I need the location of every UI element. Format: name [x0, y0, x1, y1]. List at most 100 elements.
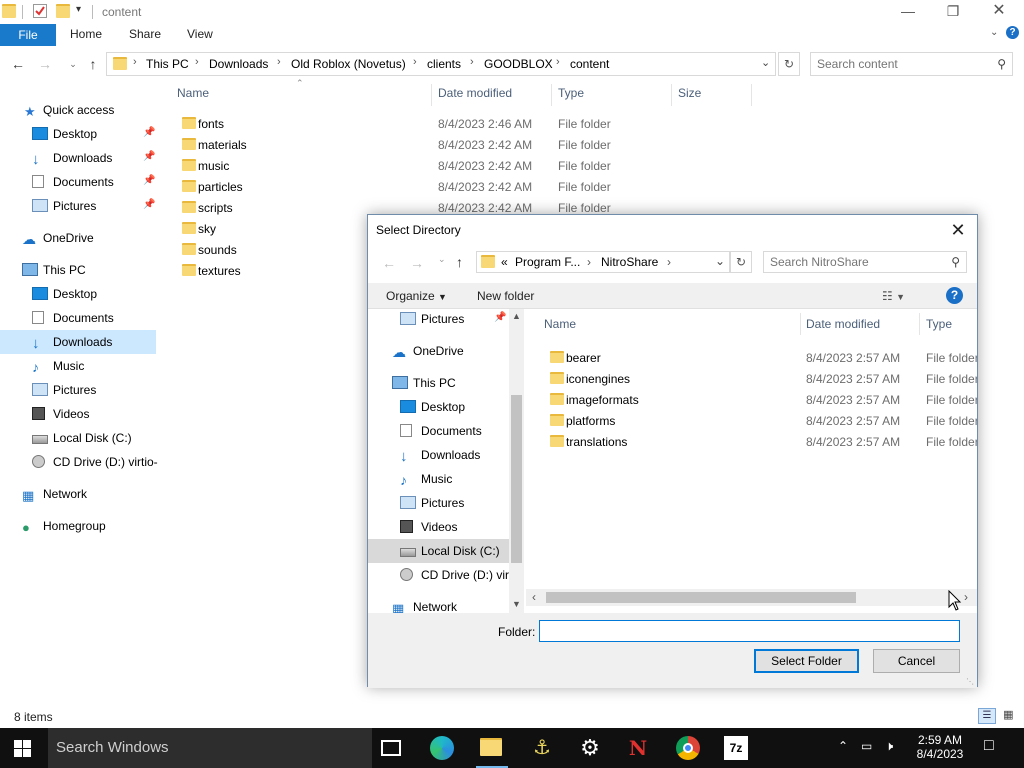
scroll-down-icon[interactable]: ▼: [512, 599, 521, 609]
nav-desktop[interactable]: Desktop: [400, 396, 465, 418]
chrome-browser-icon[interactable]: [676, 736, 700, 760]
nav-pc-downloads[interactable]: ↓ Downloads: [0, 330, 156, 354]
nav-pictures[interactable]: Pictures: [400, 309, 464, 330]
nav-vertical-scrollbar[interactable]: ▲ ▼: [509, 309, 524, 613]
nav-qa-downloads[interactable]: ↓ Downloads: [32, 147, 112, 169]
address-dropdown-icon[interactable]: ⌄: [761, 56, 770, 69]
large-icons-view-icon[interactable]: ▦: [999, 708, 1017, 724]
recent-locations-icon[interactable]: ⌄: [64, 56, 82, 72]
cancel-button[interactable]: Cancel: [873, 649, 960, 673]
nitroshare-icon[interactable]: N: [626, 736, 650, 760]
breadcrumb-goodblox[interactable]: GOODBLOX: [484, 57, 553, 71]
scroll-right-icon[interactable]: ›: [964, 590, 968, 604]
breadcrumb-clients[interactable]: clients: [427, 57, 461, 71]
address-bar[interactable]: › This PC › Downloads › Old Roblox (Nove…: [106, 52, 776, 76]
column-name[interactable]: Name: [177, 86, 209, 106]
pin-icon[interactable]: 📌: [143, 151, 155, 162]
breadcrumb-downloads[interactable]: Downloads: [209, 57, 268, 71]
file-row[interactable]: music 8/4/2023 2:42 AM File folder: [176, 155, 756, 176]
nav-pc-music[interactable]: ♪ Music: [32, 355, 84, 377]
back-button[interactable]: ←: [382, 255, 396, 271]
show-hidden-icons-icon[interactable]: ⌃: [838, 739, 848, 753]
7zip-icon[interactable]: 7z: [724, 736, 748, 760]
taskbar-search[interactable]: Search Windows: [48, 728, 372, 768]
settings-gear-icon[interactable]: ⚙: [578, 736, 602, 760]
file-row[interactable]: bearer 8/4/2023 2:57 AM File folder: [526, 347, 977, 368]
nav-onedrive[interactable]: ☁ OneDrive: [22, 227, 94, 249]
organize-button[interactable]: Organize ▼: [386, 289, 447, 303]
new-folder-button[interactable]: New folder: [477, 289, 534, 303]
nav-pc-cd-drive[interactable]: CD Drive (D:) virtio-: [32, 451, 158, 473]
scroll-up-icon[interactable]: ▲: [512, 311, 521, 321]
file-explorer-icon[interactable]: [480, 738, 504, 758]
forward-button[interactable]: →: [36, 56, 54, 72]
scroll-left-icon[interactable]: ‹: [532, 590, 536, 604]
forward-button[interactable]: →: [410, 255, 424, 271]
file-row[interactable]: platforms 8/4/2023 2:57 AM File folder: [526, 410, 977, 431]
refresh-button[interactable]: ↻: [730, 251, 752, 273]
nav-videos[interactable]: Videos: [400, 516, 457, 538]
properties-icon[interactable]: [33, 4, 47, 18]
nav-pc-videos[interactable]: Videos: [32, 403, 89, 425]
tab-file[interactable]: File: [0, 24, 56, 46]
breadcrumb-overflow[interactable]: «: [501, 255, 508, 269]
help-icon[interactable]: ?: [946, 287, 963, 304]
pin-icon[interactable]: 📌: [494, 312, 506, 323]
breadcrumb-old-roblox[interactable]: Old Roblox (Novetus): [291, 57, 406, 71]
select-folder-button[interactable]: Select Folder: [754, 649, 859, 673]
clock[interactable]: 2:59 AM 8/4/2023: [908, 733, 972, 761]
search-input[interactable]: [770, 253, 942, 271]
nav-qa-pictures[interactable]: Pictures: [32, 195, 96, 217]
nav-onedrive[interactable]: ☁ OneDrive: [392, 340, 464, 362]
dialog-close-button[interactable]: ✕: [945, 218, 971, 242]
breadcrumb-this-pc[interactable]: This PC: [146, 57, 189, 71]
nav-network[interactable]: ▦ Network: [22, 483, 87, 505]
view-options-icon[interactable]: ☷ ▼: [882, 289, 905, 303]
nav-quick-access[interactable]: ★ Quick access: [24, 99, 114, 121]
recent-locations-icon[interactable]: ⌄: [438, 254, 446, 265]
file-row[interactable]: fonts 8/4/2023 2:46 AM File folder: [176, 113, 756, 134]
dialog-address-bar[interactable]: « Program F... › NitroShare › ⌄: [476, 251, 730, 273]
nav-pc-documents[interactable]: Documents: [32, 307, 114, 329]
quick-access-dropdown-icon[interactable]: ▾: [76, 4, 81, 15]
column-type[interactable]: Type: [926, 317, 952, 331]
search-input[interactable]: [817, 54, 987, 74]
breadcrumb-nitroshare[interactable]: NitroShare: [601, 255, 658, 269]
file-row[interactable]: materials 8/4/2023 2:42 AM File folder: [176, 134, 756, 155]
volume-muted-icon[interactable]: 🕨: [885, 738, 893, 754]
tab-home[interactable]: Home: [70, 27, 102, 41]
scrollbar-thumb[interactable]: [546, 592, 856, 603]
novetus-launcher-icon[interactable]: ⚓: [530, 736, 554, 760]
nav-network[interactable]: ▦ Network: [392, 596, 457, 613]
file-row[interactable]: imageformats 8/4/2023 2:57 AM File folde…: [526, 389, 977, 410]
nav-local-disk[interactable]: Local Disk (C:): [368, 539, 509, 563]
pin-icon[interactable]: 📌: [143, 127, 155, 138]
maximize-button[interactable]: ❐: [938, 2, 968, 22]
nav-documents[interactable]: Documents: [400, 420, 482, 442]
file-row[interactable]: iconengines 8/4/2023 2:57 AM File folder: [526, 368, 977, 389]
minimize-button[interactable]: —: [893, 2, 923, 22]
nav-pictures-pc[interactable]: Pictures: [400, 492, 464, 514]
file-row[interactable]: textures: [176, 260, 356, 281]
column-date-modified[interactable]: Date modified: [438, 86, 512, 106]
action-center-icon[interactable]: □: [984, 737, 994, 755]
refresh-button[interactable]: ↻: [778, 52, 800, 76]
list-horizontal-scrollbar[interactable]: ‹ ›: [526, 589, 977, 606]
file-row[interactable]: particles 8/4/2023 2:42 AM File folder: [176, 176, 756, 197]
network-status-icon[interactable]: ▭: [861, 739, 872, 753]
dialog-search-box[interactable]: ⚲: [763, 251, 967, 273]
up-button[interactable]: ↑: [456, 254, 463, 270]
nav-this-pc[interactable]: This PC: [392, 372, 456, 394]
nav-qa-documents[interactable]: Documents: [32, 171, 114, 193]
pin-icon[interactable]: 📌: [143, 199, 155, 210]
nav-this-pc[interactable]: This PC: [22, 259, 86, 281]
file-row[interactable]: sounds: [176, 239, 356, 260]
nav-music[interactable]: ♪ Music: [400, 468, 452, 490]
resize-grip-icon[interactable]: ⋱: [966, 677, 974, 686]
windows-start-icon[interactable]: [14, 740, 32, 757]
nav-qa-desktop[interactable]: Desktop: [32, 123, 97, 145]
up-button[interactable]: ↑: [84, 56, 102, 72]
tab-share[interactable]: Share: [129, 27, 161, 41]
new-folder-icon[interactable]: [56, 4, 70, 18]
scrollbar-thumb[interactable]: [511, 395, 522, 563]
